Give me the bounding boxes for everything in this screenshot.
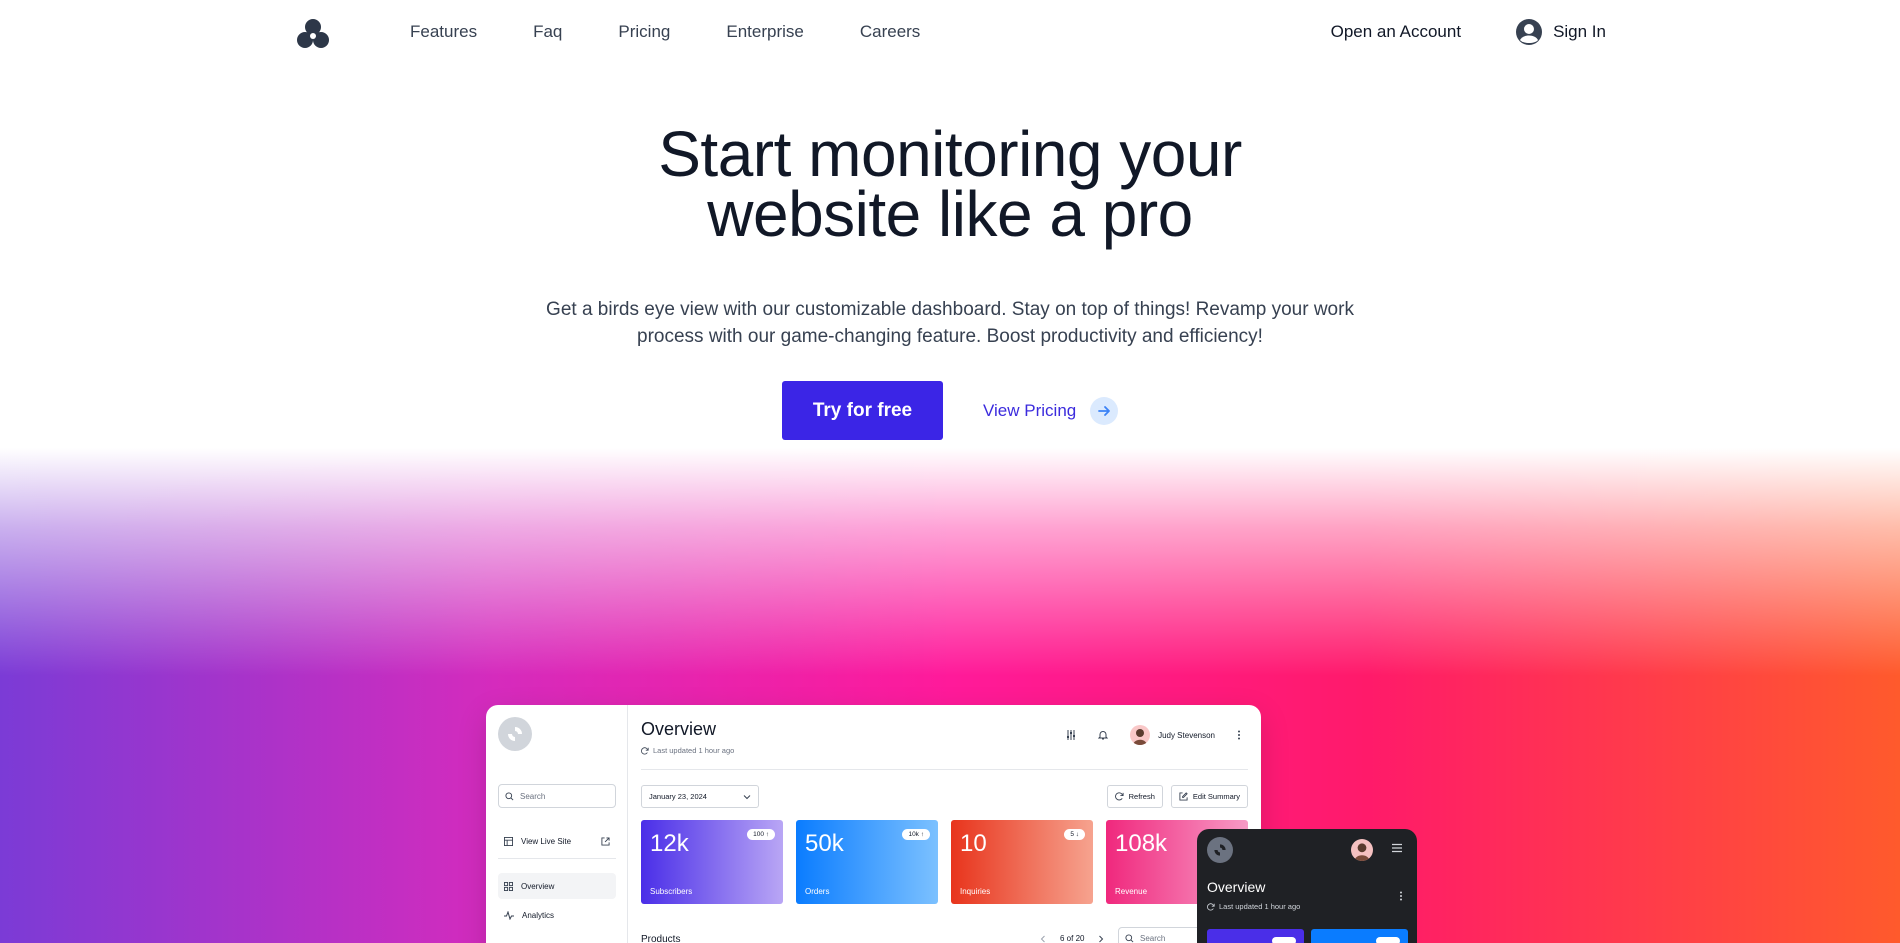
products-pager: 6 of 20 xyxy=(1040,934,1104,943)
grid-icon xyxy=(504,881,513,891)
activity-icon xyxy=(504,910,514,920)
pager-text: 6 of 20 xyxy=(1060,934,1085,943)
avatar[interactable] xyxy=(1351,839,1373,861)
try-for-free-button[interactable]: Try for free xyxy=(782,381,943,440)
stat-badge: 5 ↓ xyxy=(1064,829,1085,840)
hero-subtitle: Get a birds eye view with our customizab… xyxy=(546,299,1354,347)
stat-value: 108k xyxy=(1115,830,1168,857)
mobile-last-updated-text: Last updated 1 hour ago xyxy=(1219,902,1301,911)
arrow-right-icon xyxy=(1090,396,1119,425)
refresh-icon xyxy=(641,746,649,754)
hero-title: Start monitoring your website like a pro xyxy=(0,118,1900,250)
bell-icon[interactable] xyxy=(1098,730,1109,740)
stat-cards: 12k 100 ↑ Subscribers 50k 10k ↑ Orders 1… xyxy=(641,820,1248,904)
date-select[interactable]: January 23, 2024 xyxy=(641,785,759,808)
nav-actions: Open an Account Sign In xyxy=(1331,18,1606,46)
top-nav: Features Faq Pricing Enterprise Careers … xyxy=(0,0,1900,68)
external-link-icon xyxy=(601,836,610,846)
date-select-value: January 23, 2024 xyxy=(649,792,707,801)
menu-icon[interactable] xyxy=(1391,843,1403,853)
dashboard-title: Overview xyxy=(641,719,717,739)
filter-sliders-icon[interactable] xyxy=(1066,730,1076,740)
sidebar-search-input[interactable]: Search xyxy=(498,784,616,808)
open-account-link[interactable]: Open an Account xyxy=(1331,22,1461,42)
dashboard-main: Overview Last updated 1 hour ago Judy St… xyxy=(628,705,1261,943)
sidebar-divider xyxy=(498,858,616,859)
view-pricing-link[interactable]: View Pricing xyxy=(983,396,1119,425)
edit-summary-label: Edit Summary xyxy=(1192,792,1240,801)
search-icon xyxy=(505,791,514,800)
mobile-title: Overview xyxy=(1207,879,1266,895)
header-divider xyxy=(641,769,1248,770)
stat-label: Inquiries xyxy=(960,887,991,896)
user-name: Judy Stevenson xyxy=(1158,730,1215,740)
stat-label: Orders xyxy=(805,887,830,896)
brand-logo-icon[interactable] xyxy=(294,15,332,53)
refresh-button[interactable]: Refresh xyxy=(1106,785,1163,808)
view-pricing-label: View Pricing xyxy=(983,400,1077,420)
more-vertical-icon[interactable] xyxy=(1399,891,1403,901)
stat-card-inquiries[interactable]: 10 5 ↓ Inquiries xyxy=(951,820,1093,904)
stat-card-subscribers[interactable]: 12k 100 ↑ Subscribers xyxy=(641,820,783,904)
nav-link-faq[interactable]: Faq xyxy=(533,22,562,42)
stat-badge: 100 ↑ xyxy=(747,829,775,840)
chevron-down-icon xyxy=(743,794,751,799)
mobile-last-updated: Last updated 1 hour ago xyxy=(1207,902,1300,911)
nav-link-features[interactable]: Features xyxy=(410,22,477,42)
nav-link-pricing[interactable]: Pricing xyxy=(618,22,670,42)
sidebar-item-overview-label: Overview xyxy=(521,881,555,891)
summary-actions: Refresh Edit Summary xyxy=(1106,785,1248,808)
dashboard-preview: Search View Live Site Overview Analytics… xyxy=(486,705,1261,943)
dashboard-last-updated: Last updated 1 hour ago xyxy=(641,746,734,755)
user-menu[interactable]: Judy Stevenson xyxy=(1130,725,1215,745)
sign-in-label: Sign In xyxy=(1553,22,1606,41)
sidebar-item-overview[interactable]: Overview xyxy=(498,873,616,899)
sidebar-item-analytics[interactable]: Analytics xyxy=(498,902,616,928)
view-live-site-label: View Live Site xyxy=(521,836,572,846)
stat-badge xyxy=(1272,937,1296,943)
user-icon xyxy=(1516,19,1543,45)
sidebar-search-placeholder: Search xyxy=(520,791,546,801)
dashboard-logo-icon xyxy=(498,717,532,751)
hero-cta-row: Try for free View Pricing xyxy=(782,381,1119,440)
view-live-site-link[interactable]: View Live Site xyxy=(498,828,616,854)
stat-value: 10 xyxy=(960,830,987,857)
sidebar-item-analytics-label: Analytics xyxy=(522,910,555,920)
products-search-input[interactable]: Search xyxy=(1118,927,1202,943)
layout-icon xyxy=(504,836,513,846)
dashboard-header-actions: Judy Stevenson xyxy=(1066,725,1241,745)
nav-link-enterprise[interactable]: Enterprise xyxy=(726,22,803,42)
sign-in-button[interactable]: Sign In xyxy=(1515,18,1606,46)
refresh-label: Refresh xyxy=(1128,792,1155,801)
nav-link-careers[interactable]: Careers xyxy=(860,22,920,42)
edit-summary-button[interactable]: Edit Summary xyxy=(1170,785,1248,808)
mobile-stat-card[interactable] xyxy=(1207,929,1304,943)
products-search-placeholder: Search xyxy=(1140,933,1166,943)
mobile-stat-card[interactable] xyxy=(1311,929,1408,943)
avatar xyxy=(1130,725,1151,745)
edit-icon xyxy=(1179,792,1188,801)
dashboard-sidebar: Search View Live Site Overview Analytics xyxy=(486,705,628,943)
stat-badge: 10k ↑ xyxy=(902,829,930,840)
dashboard-last-updated-text: Last updated 1 hour ago xyxy=(653,746,735,755)
refresh-icon xyxy=(1207,902,1215,910)
hero-title-line-2: website like a pro xyxy=(707,178,1193,250)
stat-badge xyxy=(1376,937,1400,943)
stat-label: Revenue xyxy=(1115,887,1148,896)
hero-title-line-1: Start monitoring your xyxy=(658,118,1242,190)
chevron-right-icon[interactable] xyxy=(1098,935,1104,943)
search-icon xyxy=(1125,933,1134,942)
stat-label: Subscribers xyxy=(650,887,693,896)
mobile-logo-icon xyxy=(1207,837,1233,863)
mobile-preview: Overview Last updated 1 hour ago xyxy=(1197,829,1417,943)
refresh-icon xyxy=(1114,792,1124,801)
stat-value: 50k xyxy=(805,830,844,857)
stat-card-orders[interactable]: 50k 10k ↑ Orders xyxy=(796,820,938,904)
more-vertical-icon[interactable] xyxy=(1237,730,1241,740)
stat-value: 12k xyxy=(650,830,689,857)
products-heading: Products xyxy=(641,934,681,943)
chevron-left-icon[interactable] xyxy=(1040,935,1046,943)
nav-links: Features Faq Pricing Enterprise Careers xyxy=(410,22,920,42)
